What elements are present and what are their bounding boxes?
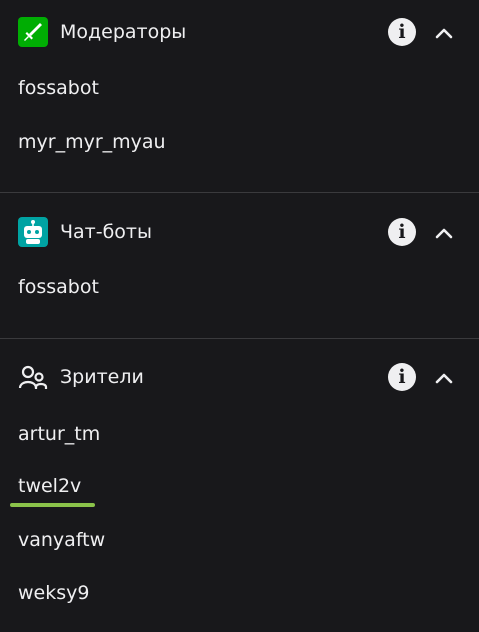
moderator-user[interactable]: myr_myr_myau (18, 130, 166, 154)
moderators-title: Модераторы (60, 21, 187, 43)
viewers-chevron-up-icon[interactable] (430, 366, 458, 390)
moderators-info-icon[interactable]: i (388, 18, 416, 46)
viewers-icon (18, 365, 48, 389)
sword-icon (18, 17, 48, 47)
viewer-user[interactable]: weksy9 (18, 581, 89, 605)
highlight-underline (10, 503, 95, 507)
viewers-section: Зрители i (0, 354, 479, 394)
moderator-user[interactable]: fossabot (18, 76, 99, 100)
viewer-user[interactable]: twel2v (18, 474, 81, 498)
section-divider (0, 192, 479, 193)
chatbots-header: Чат-боты i (0, 209, 479, 249)
moderators-section: Модераторы i (0, 0, 479, 47)
viewers-header: Зрители i (0, 354, 479, 394)
section-divider (0, 338, 479, 339)
robot-icon (18, 217, 48, 247)
viewer-user[interactable]: vanyaftw (18, 528, 105, 552)
chatbots-title: Чат-боты (60, 221, 153, 243)
moderators-header: Модераторы i (0, 9, 479, 49)
viewers-info-icon[interactable]: i (388, 363, 416, 391)
moderators-chevron-up-icon[interactable] (430, 21, 458, 45)
viewer-user[interactable]: artur_tm (18, 422, 100, 446)
chatbots-info-icon[interactable]: i (388, 218, 416, 246)
chatbot-user[interactable]: fossabot (18, 275, 99, 299)
chatbots-chevron-up-icon[interactable] (430, 221, 458, 245)
chatbots-section: Чат-боты i (0, 209, 479, 249)
viewers-title: Зрители (60, 366, 144, 388)
